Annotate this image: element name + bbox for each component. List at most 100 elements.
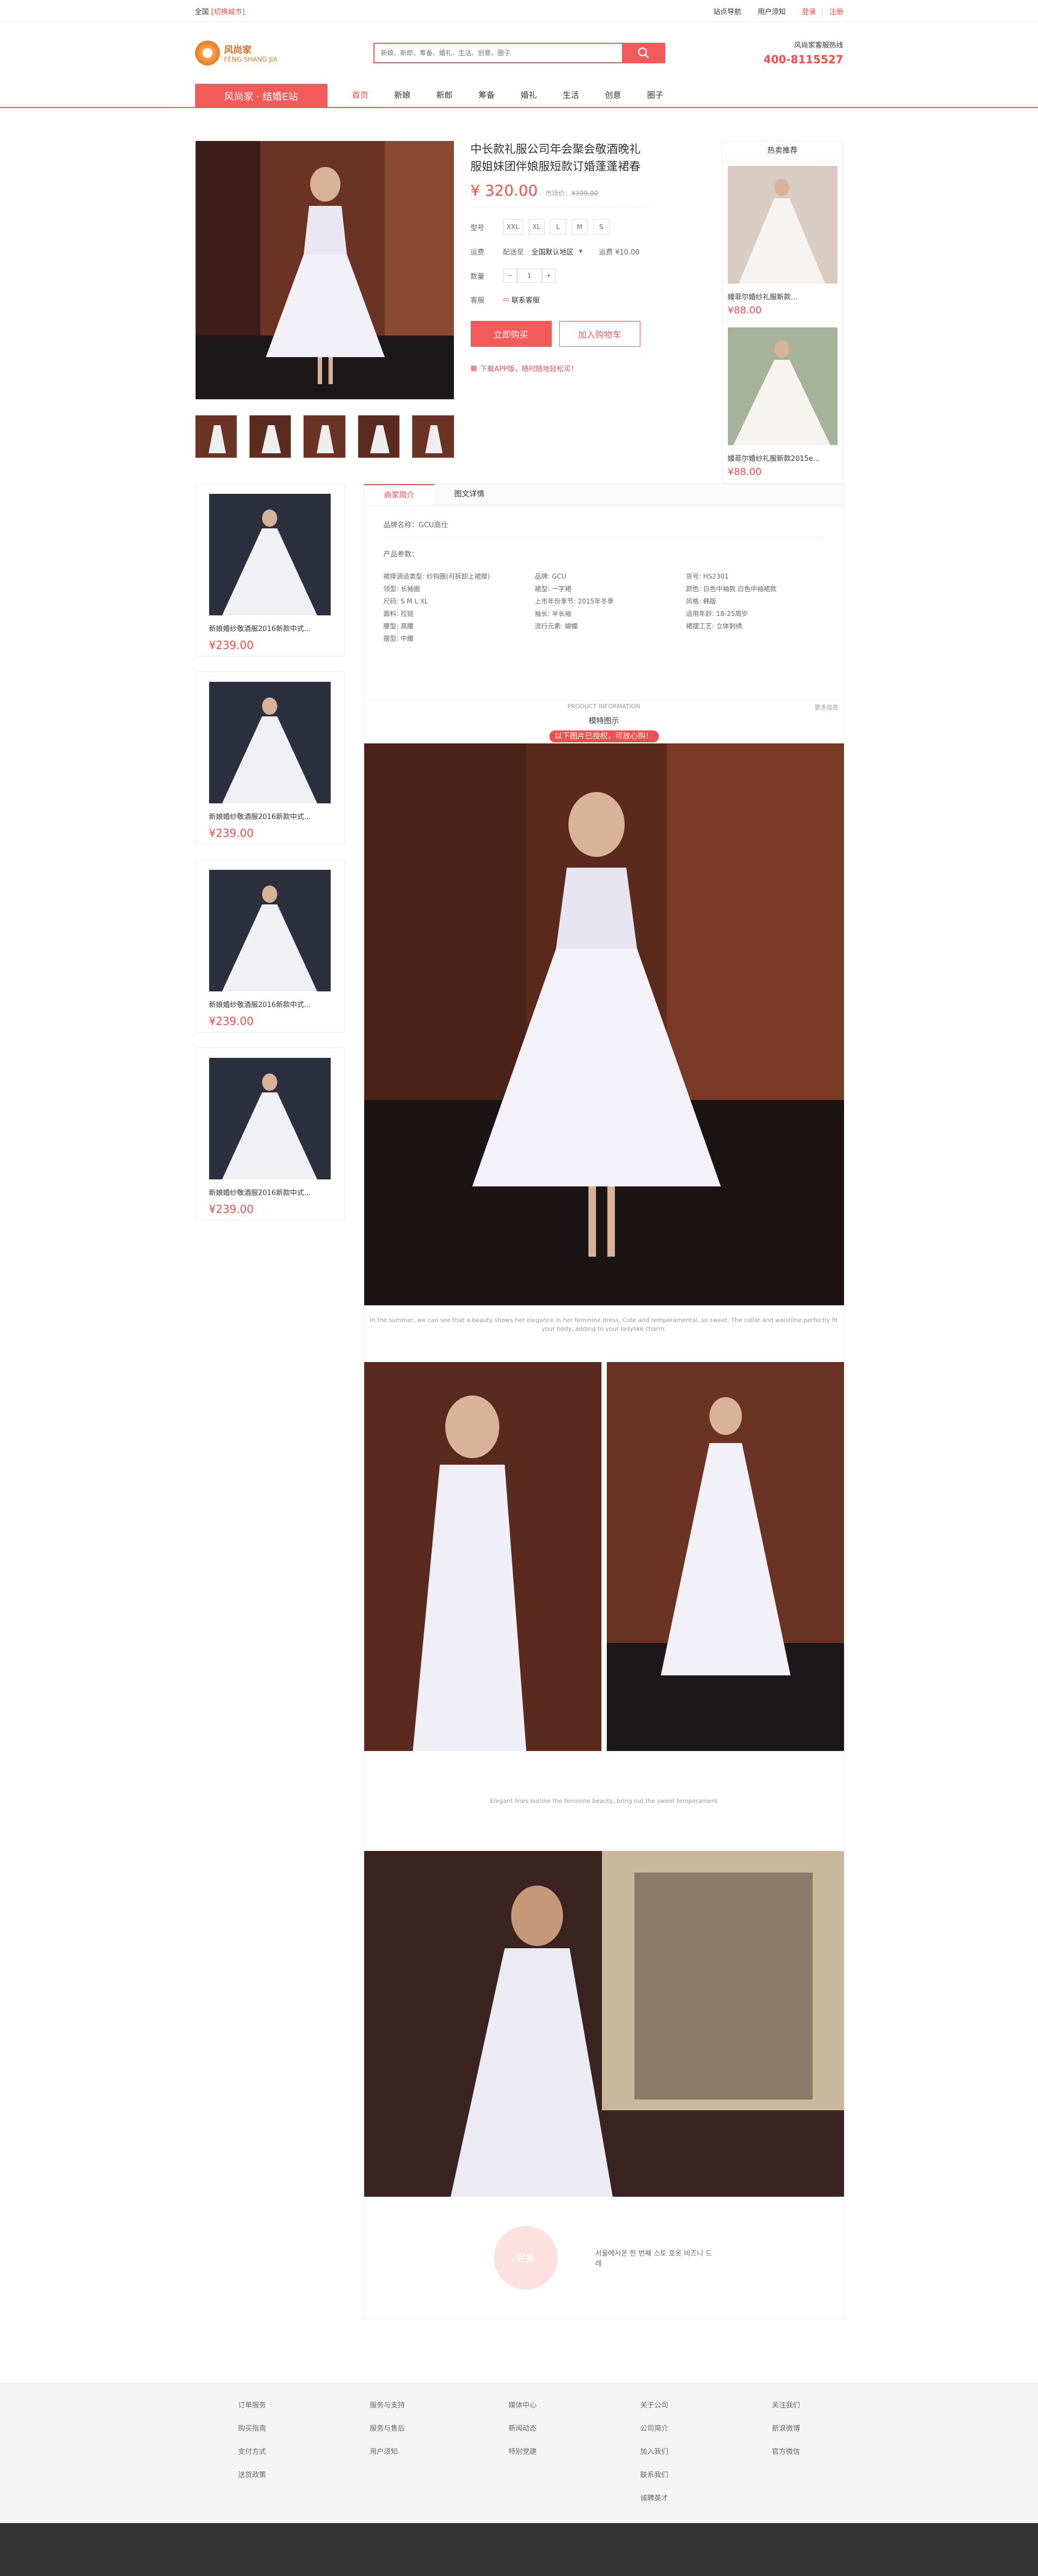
size-option[interactable]: M (571, 219, 588, 234)
nav-item-home[interactable]: 首页 (339, 84, 381, 108)
app-download-tip[interactable]: ▦ 下载APP版，随时随地轻松买！ (471, 363, 649, 373)
site-category-label[interactable]: 风尚家 · 结婚E站 (195, 84, 327, 108)
param-item: 领型: 长袖圈 (383, 585, 420, 593)
minus-button[interactable]: − (503, 269, 517, 283)
nav-item-bride[interactable]: 新娘 (381, 84, 424, 108)
nav-item-prepare[interactable]: 筹备 (466, 84, 508, 108)
side-item-name[interactable]: 新娘婚纱敬酒服2016新款中式... (209, 999, 331, 1009)
product-section: 中长款礼服公司年会聚会敬酒晚礼服姐妹团伴娘服短款订婚蓬蓬裙春 ¥ 320.00 … (195, 140, 843, 484)
hot-item-name[interactable]: 嫚菲尔婚纱礼服新款... (728, 291, 838, 301)
footer-link[interactable]: 订单服务 (238, 2399, 266, 2410)
chevron-down-icon[interactable]: ▾ (579, 247, 583, 256)
region-switcher[interactable]: 全国 [切换城市] (195, 6, 245, 16)
param-item: 面料: 拉链 (383, 610, 414, 618)
plus-button[interactable]: + (541, 269, 556, 283)
thumbnail[interactable] (357, 415, 400, 458)
side-item-price: ¥239.00 (209, 1203, 254, 1216)
footer-link[interactable]: 联系我们 (640, 2469, 668, 2479)
search-bar (373, 42, 665, 63)
model-notice: PRODUCT INFORMATION 更多信息 模特图示 以下图片已授权，可放… (364, 700, 844, 743)
footer-link[interactable]: 送货政策 (238, 2469, 266, 2479)
shipping-label: 运费 (470, 249, 485, 257)
more-info-link[interactable]: 更多信息 (815, 703, 839, 712)
thumbnail[interactable] (195, 415, 237, 458)
search-icon (638, 47, 649, 58)
footer-link[interactable]: 用户须知 (370, 2446, 405, 2456)
side-item-name[interactable]: 新娘婚纱敬酒服2016新款中式... (209, 623, 331, 633)
side-item-name[interactable]: 新娘婚纱敬酒服2016新款中式... (209, 811, 331, 821)
register-link[interactable]: 注册 (829, 8, 843, 16)
nav-item-circle[interactable]: 圈子 (634, 84, 677, 108)
footer-link[interactable]: 官方微信 (772, 2446, 800, 2456)
hot-item-name[interactable]: 嫚菲尔婚纱礼服新款2015e... (728, 453, 838, 463)
user-notice-link[interactable]: 用户须知 (758, 6, 786, 16)
qty-input[interactable]: 1 (517, 269, 542, 283)
add-to-cart-button[interactable]: 加入购物车 (559, 321, 640, 347)
search-button[interactable] (621, 42, 665, 63)
hot-item[interactable]: 嫚菲尔婚纱礼服新款... ¥88.00 (722, 160, 843, 322)
footer-link[interactable]: 新浪微博 (772, 2423, 800, 2433)
footer-link[interactable]: 公司简介 (640, 2423, 668, 2433)
size-option[interactable]: L (550, 219, 566, 234)
hot-item-image[interactable] (727, 166, 838, 284)
footer-link[interactable]: 关于公司 (640, 2399, 668, 2410)
contact-service-link[interactable]: 联系客服 (512, 294, 540, 305)
param-item: 品牌: GCU (534, 573, 566, 580)
side-item[interactable]: 新娘婚纱敬酒服2016新款中式... ¥239.00 (195, 484, 345, 656)
size-option[interactable]: S (593, 219, 610, 234)
qty-label: 数量 (470, 272, 485, 281)
footer-link[interactable]: 特别党建 (508, 2446, 537, 2456)
switch-city-link[interactable]: [切换城市] (211, 8, 245, 16)
footer-link[interactable]: 加入我们 (640, 2446, 668, 2456)
footer-link[interactable]: 支付方式 (238, 2446, 266, 2456)
hot-item-price: ¥88.00 (727, 305, 762, 316)
footer-link[interactable]: 购买指南 (238, 2423, 266, 2433)
param-item: 流行元素: 蝴蝶 (534, 622, 578, 630)
detail-photo (364, 1362, 601, 1751)
nav-item-life[interactable]: 生活 (550, 84, 592, 108)
side-item-image[interactable] (209, 494, 331, 615)
footer-link[interactable]: 服务与售后 (370, 2423, 405, 2433)
size-option[interactable]: XXL (503, 219, 523, 234)
header: 风尚家 FENG SHANG JIA 风尚家客服热线 400-8115527 (0, 22, 1038, 84)
main-product-image[interactable] (195, 140, 454, 400)
footer-link[interactable]: 媒体中心 (508, 2399, 537, 2410)
tab-detail[interactable]: 图文详情 (434, 484, 505, 505)
site-logo[interactable]: 风尚家 FENG SHANG JIA (195, 37, 282, 69)
params-grid: 裙撑调适类型: 纱钩圈(可拆卸上裙撑) 品牌: GCU 货号: HS2301 领… (384, 572, 825, 643)
thumbnail[interactable] (249, 415, 292, 458)
side-item[interactable]: 新娘婚纱敬酒服2016新款中式... ¥239.00 (195, 1048, 345, 1220)
divider: | (821, 8, 824, 16)
ship-area-select[interactable]: 全国默认地区 (532, 246, 574, 257)
param-item: 上市年份季节: 2015年冬季 (534, 598, 614, 605)
footer-link[interactable]: 关注我们 (772, 2399, 800, 2410)
footer-link[interactable]: 诚聘英才 (640, 2492, 668, 2503)
side-item-image[interactable] (209, 870, 331, 991)
nav-item-groom[interactable]: 新郎 (424, 84, 466, 108)
footer-link[interactable]: 新闻动态 (508, 2423, 537, 2433)
thumbnail[interactable] (303, 415, 346, 458)
side-item-image[interactable] (209, 1058, 331, 1179)
side-item-price: ¥239.00 (209, 639, 254, 652)
param-item: 颜色: 白色中袖款 白色中袖裙款 (686, 585, 777, 593)
side-item-image[interactable] (209, 682, 331, 803)
param-item: 裙摆工艺: 立体刺绣 (686, 622, 742, 630)
thumbnail[interactable] (412, 415, 454, 458)
size-option[interactable]: XL (528, 219, 545, 234)
hot-item-image[interactable] (727, 327, 838, 445)
product-price: ¥ 320.00 (470, 182, 538, 199)
side-item[interactable]: 新娘婚纱敬酒服2016新款中式... ¥239.00 (195, 860, 345, 1032)
footer-link[interactable]: 服务与支持 (370, 2399, 405, 2410)
side-item[interactable]: 新娘婚纱敬酒服2016新款中式... ¥239.00 (195, 672, 345, 844)
top-bar: 全国 [切换城市] 站点导航 用户须知 登录 | 注册 (0, 0, 1038, 22)
nav-item-wedding[interactable]: 婚礼 (508, 84, 550, 108)
hot-item[interactable]: 嫚菲尔婚纱礼服新款2015e... ¥88.00 (722, 322, 843, 483)
nav-item-creative[interactable]: 创意 (592, 84, 634, 108)
login-link[interactable]: 登录 (802, 8, 816, 16)
notice-title: 模特图示 (588, 717, 619, 726)
search-input[interactable] (373, 42, 622, 63)
buy-now-button[interactable]: 立即购买 (470, 321, 552, 347)
tab-merchant-intro[interactable]: 商家简介 (364, 484, 434, 505)
site-nav-link[interactable]: 站点导航 (713, 6, 741, 16)
side-item-name[interactable]: 新娘婚纱敬酒服2016新款中式... (209, 1187, 331, 1197)
